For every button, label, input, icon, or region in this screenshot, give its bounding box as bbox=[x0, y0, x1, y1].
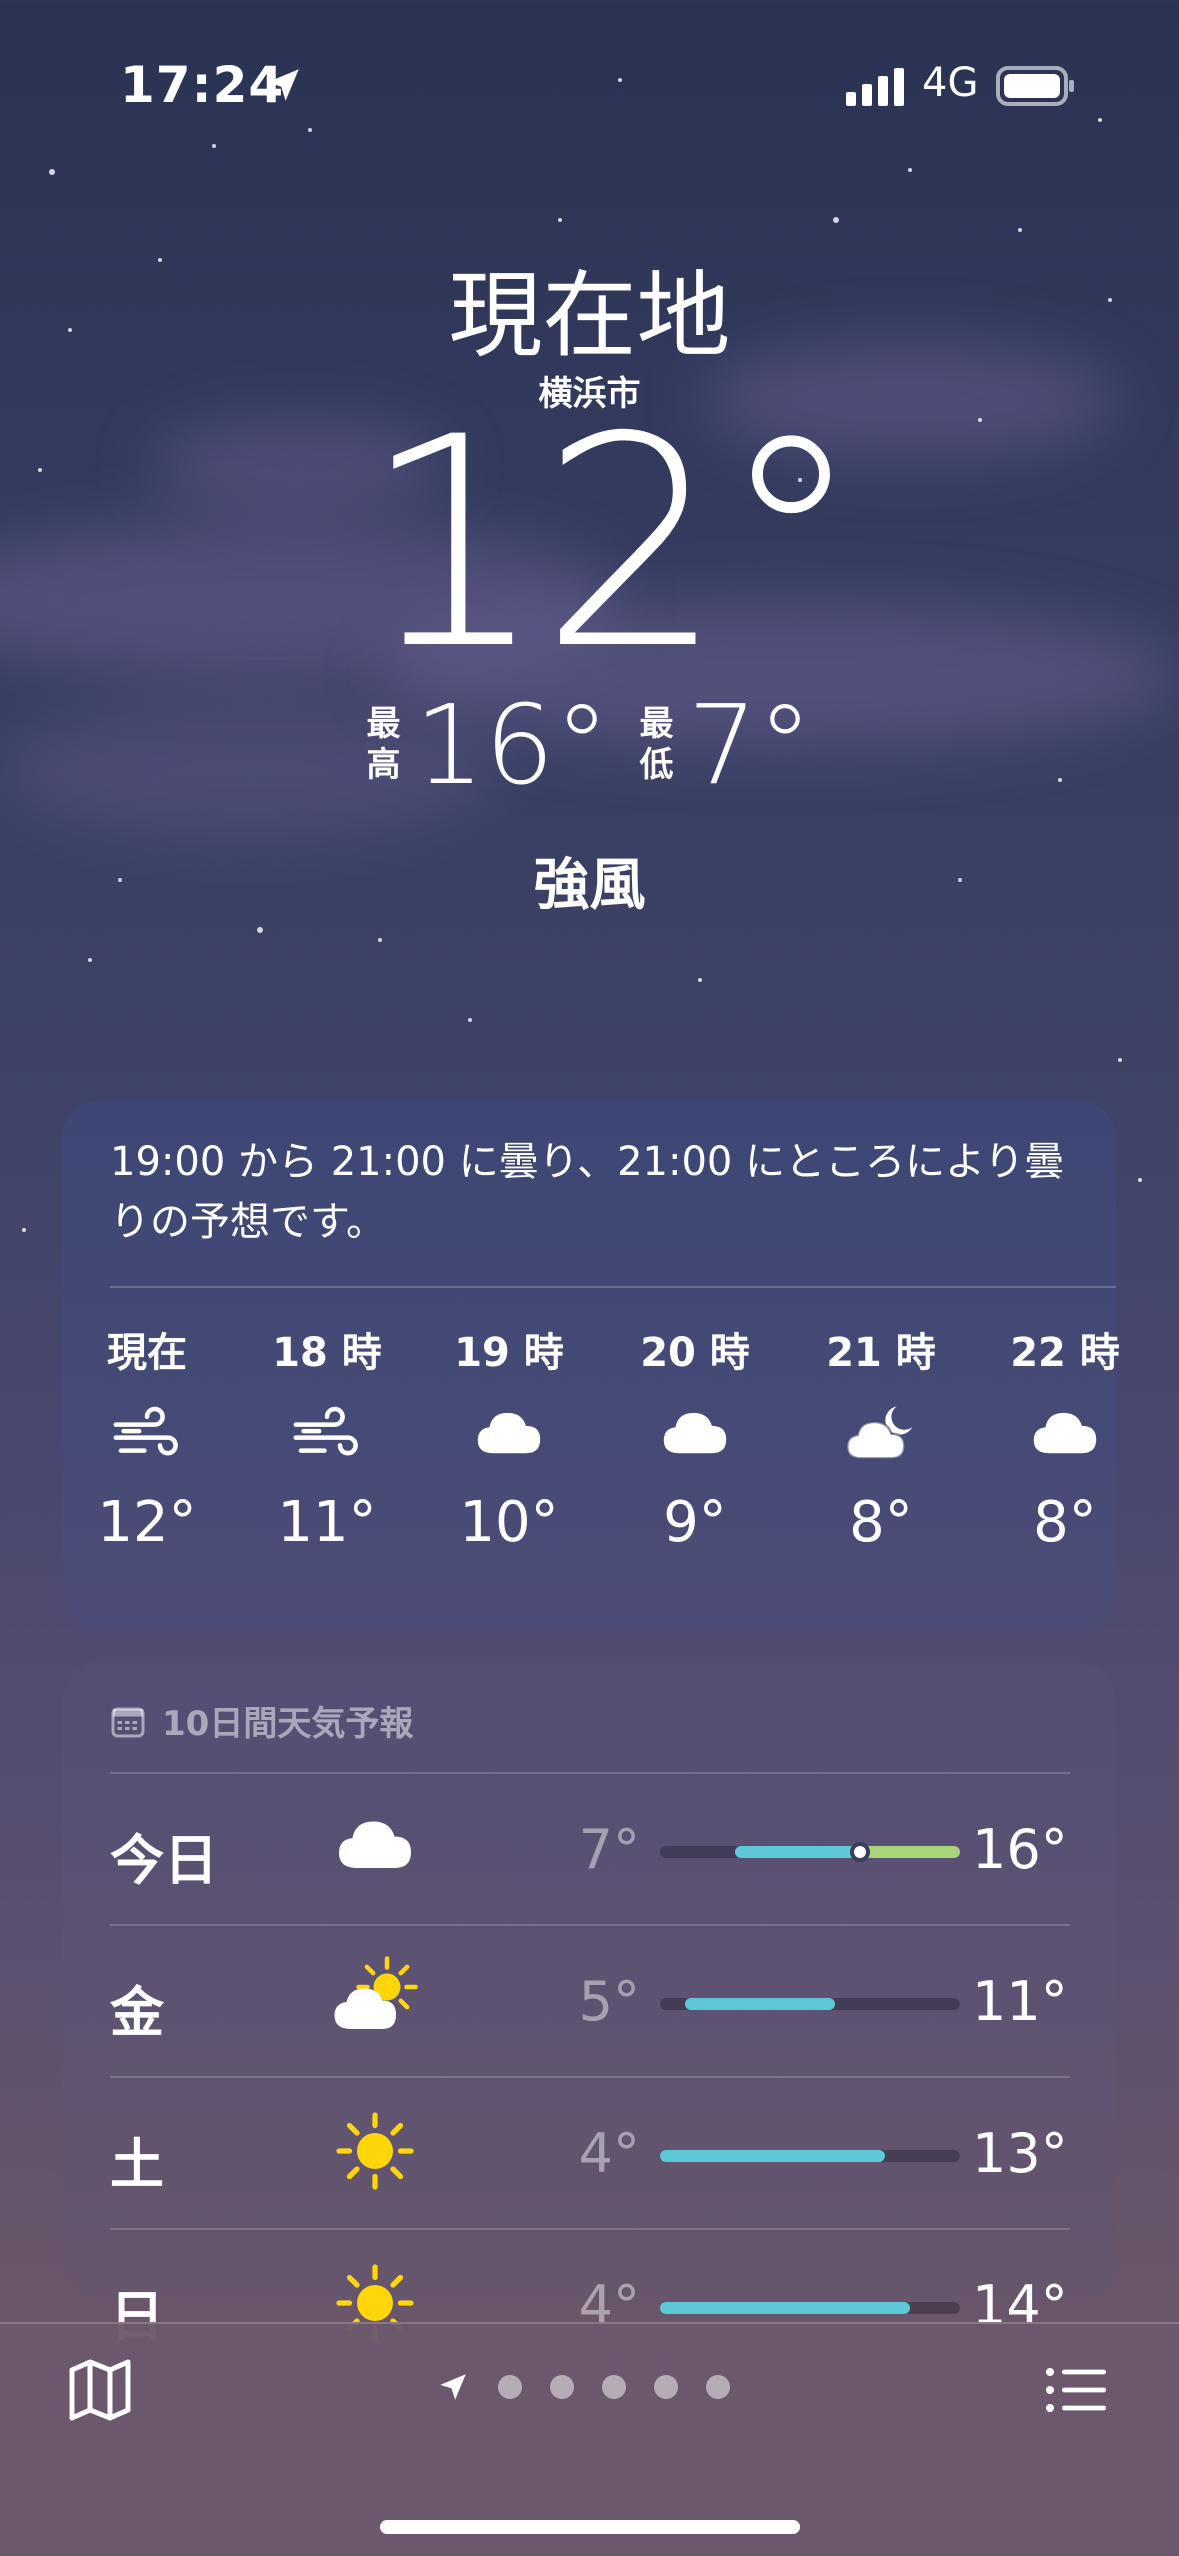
hourly-item: 22 時 8° bbox=[990, 1320, 1140, 1555]
day-name: 金 bbox=[110, 1981, 164, 2044]
hour-label: 現在 bbox=[107, 1330, 187, 1376]
day-name: 土 bbox=[110, 2133, 164, 2196]
divider bbox=[110, 1286, 1116, 1288]
hour-label: 21 時 bbox=[826, 1330, 936, 1376]
low-temperature: 7° bbox=[687, 681, 813, 809]
page-dot[interactable] bbox=[550, 2375, 574, 2399]
hourly-forecast-card[interactable]: 19:00 から 21:00 に曇り、21:00 にところにより曇りの予想です。… bbox=[62, 1100, 1120, 1628]
home-indicator[interactable] bbox=[380, 2520, 800, 2534]
hour-temperature: 10° bbox=[459, 1490, 559, 1555]
hour-label: 20 時 bbox=[640, 1330, 750, 1376]
forecast-summary: 19:00 から 21:00 に曇り、21:00 にところにより曇りの予想です。 bbox=[110, 1139, 1065, 1245]
temperature-range-fill bbox=[660, 2150, 885, 2162]
calendar-icon bbox=[111, 1707, 145, 1737]
status-bar: 17:24 4G bbox=[0, 0, 1179, 170]
page-dot[interactable] bbox=[654, 2375, 678, 2399]
hour-label: 22 時 bbox=[1010, 1330, 1120, 1376]
wind-icon bbox=[252, 1380, 402, 1490]
cellular-signal-icon bbox=[846, 68, 904, 106]
ten-day-forecast-title: 10日間天気予報 bbox=[162, 1704, 414, 1744]
hour-label: 18 時 bbox=[272, 1330, 382, 1376]
hourly-item: 19 時 10° bbox=[434, 1320, 584, 1555]
temperature-range-bar bbox=[660, 2150, 960, 2162]
low-label: 最 低 bbox=[639, 704, 673, 786]
map-icon[interactable] bbox=[64, 2354, 136, 2426]
location-title: 現在地 bbox=[448, 262, 731, 371]
bottom-toolbar bbox=[0, 2322, 1179, 2556]
ten-day-forecast-header: 10日間天気予報 bbox=[110, 1696, 413, 1745]
current-temperature: 12° bbox=[361, 376, 863, 713]
sun-icon bbox=[330, 2106, 430, 2196]
ten-day-forecast-card[interactable]: 10日間天気予報 今日 7° 16° 金 5° 11° 土 4° 13° 日 4° 14° bbox=[62, 1662, 1116, 2348]
day-name: 今日 bbox=[110, 1829, 218, 1892]
temperature-range-bar bbox=[660, 2302, 960, 2314]
cloud-icon bbox=[990, 1380, 1140, 1490]
cloud-moon-icon bbox=[806, 1380, 956, 1490]
location-arrow-icon bbox=[267, 69, 299, 101]
hour-temperature: 8° bbox=[1033, 1490, 1097, 1555]
high-label-char-1: 最 bbox=[366, 704, 401, 745]
cloud-icon bbox=[620, 1380, 770, 1490]
temperature-range-fill bbox=[660, 2302, 910, 2314]
low-label-char-2: 低 bbox=[639, 745, 674, 785]
day-high-temperature: 16° bbox=[972, 1818, 1068, 1881]
cloud-icon bbox=[330, 1802, 430, 1892]
temperature-range-fill bbox=[735, 1846, 960, 1858]
daily-row[interactable]: 金 5° 11° bbox=[110, 1924, 1070, 2076]
temperature-range-bar bbox=[660, 1998, 960, 2010]
high-temperature: 16° bbox=[414, 681, 610, 809]
hour-temperature: 11° bbox=[277, 1490, 377, 1555]
day-low-temperature: 5° bbox=[578, 1970, 640, 2033]
status-time: 17:24 bbox=[120, 56, 285, 114]
cloud-icon bbox=[434, 1380, 584, 1490]
hour-temperature: 8° bbox=[849, 1490, 913, 1555]
high-low-temperatures: 最 高 16° 最 低 7° bbox=[0, 690, 1179, 800]
list-icon[interactable] bbox=[1040, 2354, 1112, 2426]
battery-icon bbox=[996, 66, 1074, 106]
hour-label: 19 時 bbox=[454, 1330, 564, 1376]
hour-temperature: 12° bbox=[97, 1490, 197, 1555]
day-high-temperature: 13° bbox=[972, 2122, 1068, 2185]
daily-row[interactable]: 今日 7° 16° bbox=[110, 1772, 1070, 1924]
high-label: 最 高 bbox=[367, 704, 401, 786]
daily-row[interactable]: 土 4° 13° bbox=[110, 2076, 1070, 2228]
low-label-char-1: 最 bbox=[639, 704, 674, 745]
page-dot[interactable] bbox=[602, 2375, 626, 2399]
page-indicator[interactable] bbox=[436, 2370, 730, 2404]
hourly-item: 18 時 11° bbox=[252, 1320, 402, 1555]
wind-icon bbox=[72, 1380, 222, 1490]
day-low-temperature: 7° bbox=[578, 1818, 640, 1881]
hourly-item: 21 時 8° bbox=[806, 1320, 956, 1555]
current-temp-dot bbox=[850, 1842, 870, 1862]
sun-cloud-icon bbox=[330, 1954, 430, 2044]
page-dot[interactable] bbox=[706, 2375, 730, 2399]
current-location-page-icon[interactable] bbox=[436, 2370, 470, 2404]
weather-condition: 強風 bbox=[533, 853, 646, 918]
temperature-range-bar bbox=[660, 1842, 960, 1862]
hourly-item: 20 時 9° bbox=[620, 1320, 770, 1555]
day-high-temperature: 11° bbox=[972, 1970, 1068, 2033]
day-low-temperature: 4° bbox=[578, 2122, 640, 2185]
page-dot[interactable] bbox=[498, 2375, 522, 2399]
hourly-item: 現在 12° bbox=[72, 1320, 222, 1555]
high-label-char-2: 高 bbox=[366, 745, 401, 785]
network-type: 4G bbox=[922, 60, 979, 106]
temperature-range-fill bbox=[685, 1998, 835, 2010]
hour-temperature: 9° bbox=[663, 1490, 727, 1555]
